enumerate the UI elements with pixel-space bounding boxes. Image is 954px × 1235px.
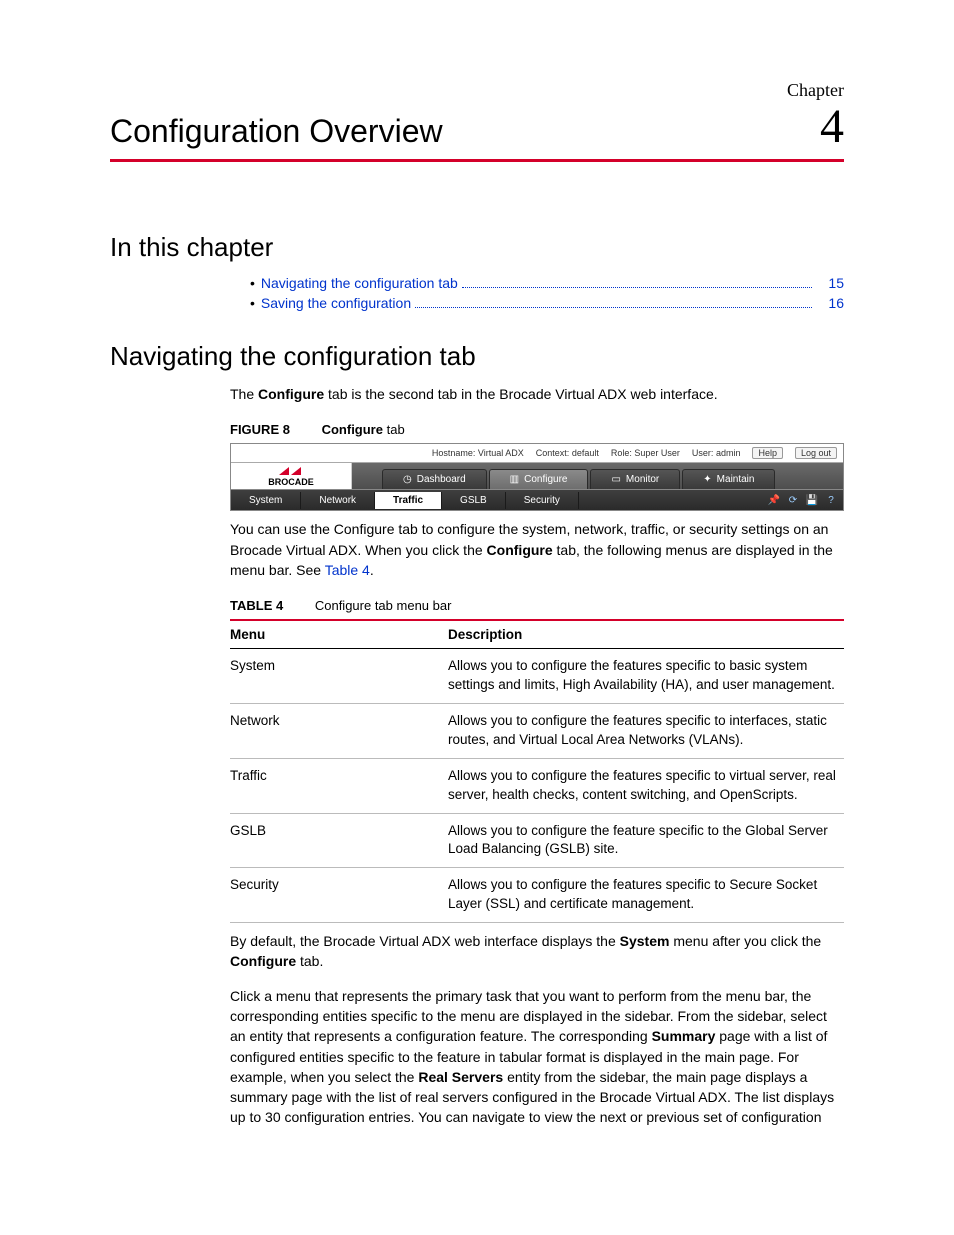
ui-menubar: System Network Traffic GSLB Security 📌 ⟳…	[231, 490, 843, 510]
paragraph: You can use the Configure tab to configu…	[230, 519, 844, 580]
ui-menu-security[interactable]: Security	[506, 492, 579, 509]
figure-caption: FIGURE 8 Configure tab	[230, 422, 844, 437]
save-icon[interactable]: 💾	[805, 493, 819, 507]
bold-text: Real Servers	[418, 1069, 503, 1085]
table-xref-link[interactable]: Table 4	[325, 562, 370, 578]
text: menu after you click the	[669, 933, 821, 949]
ui-tab-dashboard[interactable]: ◷Dashboard	[382, 469, 487, 489]
refresh-icon[interactable]: ⟳	[786, 493, 800, 507]
bullet-icon: •	[250, 275, 255, 291]
text: tab is the second tab in the Brocade Vir…	[324, 386, 718, 402]
ui-help-button[interactable]: Help	[752, 447, 783, 459]
ui-tab-configure[interactable]: ▥Configure	[489, 469, 589, 489]
text: The	[230, 386, 258, 402]
figure-title-rest: tab	[383, 422, 405, 437]
monitor-icon: ▭	[611, 474, 620, 485]
section-in-this-chapter: In this chapter	[110, 232, 844, 263]
leader-dots	[462, 286, 812, 288]
figure-ui-screenshot: Hostname: Virtual ADX Context: default R…	[230, 443, 844, 511]
ui-logout-button[interactable]: Log out	[795, 447, 837, 459]
pin-icon[interactable]: 📌	[767, 493, 781, 507]
ui-topbar: Hostname: Virtual ADX Context: default R…	[231, 444, 843, 463]
dashboard-icon: ◷	[403, 474, 412, 485]
cell-menu: Traffic	[230, 758, 448, 813]
bold-text: Configure	[230, 953, 296, 969]
bold-text: Configure	[487, 542, 553, 558]
ui-tab-monitor[interactable]: ▭Monitor	[590, 469, 680, 489]
ui-menu-gslb[interactable]: GSLB	[442, 492, 506, 509]
toc-item: • Navigating the configuration tab 15	[250, 275, 844, 291]
ui-menu-system[interactable]: System	[231, 492, 301, 509]
cell-desc: Allows you to configure the features spe…	[448, 758, 844, 813]
toc-list: • Navigating the configuration tab 15 • …	[250, 275, 844, 311]
cell-desc: Allows you to configure the features spe…	[448, 649, 844, 704]
section-navigating: Navigating the configuration tab	[110, 341, 844, 372]
table-row: TrafficAllows you to configure the featu…	[230, 758, 844, 813]
table-row: NetworkAllows you to configure the featu…	[230, 703, 844, 758]
cell-menu: System	[230, 649, 448, 704]
leader-dots	[415, 306, 812, 308]
cell-menu: Network	[230, 703, 448, 758]
maintain-icon: ✦	[703, 474, 711, 485]
ui-role: Role: Super User	[611, 448, 680, 458]
chapter-title: Configuration Overview	[110, 113, 443, 150]
ui-menu-traffic[interactable]: Traffic	[375, 492, 442, 509]
paragraph: Click a menu that represents the primary…	[230, 986, 844, 1128]
toc-link-navigating[interactable]: Navigating the configuration tab	[261, 275, 458, 291]
text: By default, the Brocade Virtual ADX web …	[230, 933, 620, 949]
ui-context: Context: default	[536, 448, 599, 458]
ui-tab-maintain[interactable]: ✦Maintain	[682, 469, 775, 489]
cell-desc: Allows you to configure the features spe…	[448, 868, 844, 923]
toc-link-saving[interactable]: Saving the configuration	[261, 295, 411, 311]
cell-menu: GSLB	[230, 813, 448, 868]
th-description: Description	[448, 620, 844, 649]
figure-title-bold: Configure	[322, 422, 383, 437]
ui-hostname: Hostname: Virtual ADX	[432, 448, 524, 458]
text: tab.	[296, 953, 323, 969]
ui-user: User: admin	[692, 448, 741, 458]
brocade-logo-icon	[277, 465, 305, 477]
table-row: GSLBAllows you to configure the feature …	[230, 813, 844, 868]
paragraph: The Configure tab is the second tab in t…	[230, 384, 844, 404]
toc-page[interactable]: 16	[816, 295, 844, 311]
chapter-number: 4	[820, 103, 844, 151]
cell-desc: Allows you to configure the features spe…	[448, 703, 844, 758]
table-title: Configure tab menu bar	[315, 598, 452, 613]
table-row: SystemAllows you to configure the featur…	[230, 649, 844, 704]
bold-text: System	[620, 933, 670, 949]
bullet-icon: •	[250, 295, 255, 311]
toc-page[interactable]: 15	[816, 275, 844, 291]
table-label: TABLE 4	[230, 598, 283, 613]
help-icon[interactable]: ?	[824, 493, 838, 507]
cell-menu: Security	[230, 868, 448, 923]
paragraph: By default, the Brocade Virtual ADX web …	[230, 931, 844, 972]
th-menu: Menu	[230, 620, 448, 649]
configure-menu-table: Menu Description SystemAllows you to con…	[230, 619, 844, 923]
ui-brand-logo: BROCADE	[231, 463, 352, 489]
bold-text: Summary	[652, 1028, 716, 1044]
ui-main-tabs: ◷Dashboard ▥Configure ▭Monitor ✦Maintain	[352, 463, 843, 489]
chapter-label: Chapter	[110, 80, 844, 101]
chapter-header: Configuration Overview 4	[110, 103, 844, 162]
bold-text: Configure	[258, 386, 324, 402]
table-row: SecurityAllows you to configure the feat…	[230, 868, 844, 923]
cell-desc: Allows you to configure the feature spec…	[448, 813, 844, 868]
toc-item: • Saving the configuration 16	[250, 295, 844, 311]
configure-icon: ▥	[510, 474, 519, 485]
table-caption: TABLE 4 Configure tab menu bar	[230, 598, 844, 613]
figure-label: FIGURE 8	[230, 422, 290, 437]
text: .	[370, 562, 374, 578]
ui-menu-network[interactable]: Network	[301, 492, 375, 509]
